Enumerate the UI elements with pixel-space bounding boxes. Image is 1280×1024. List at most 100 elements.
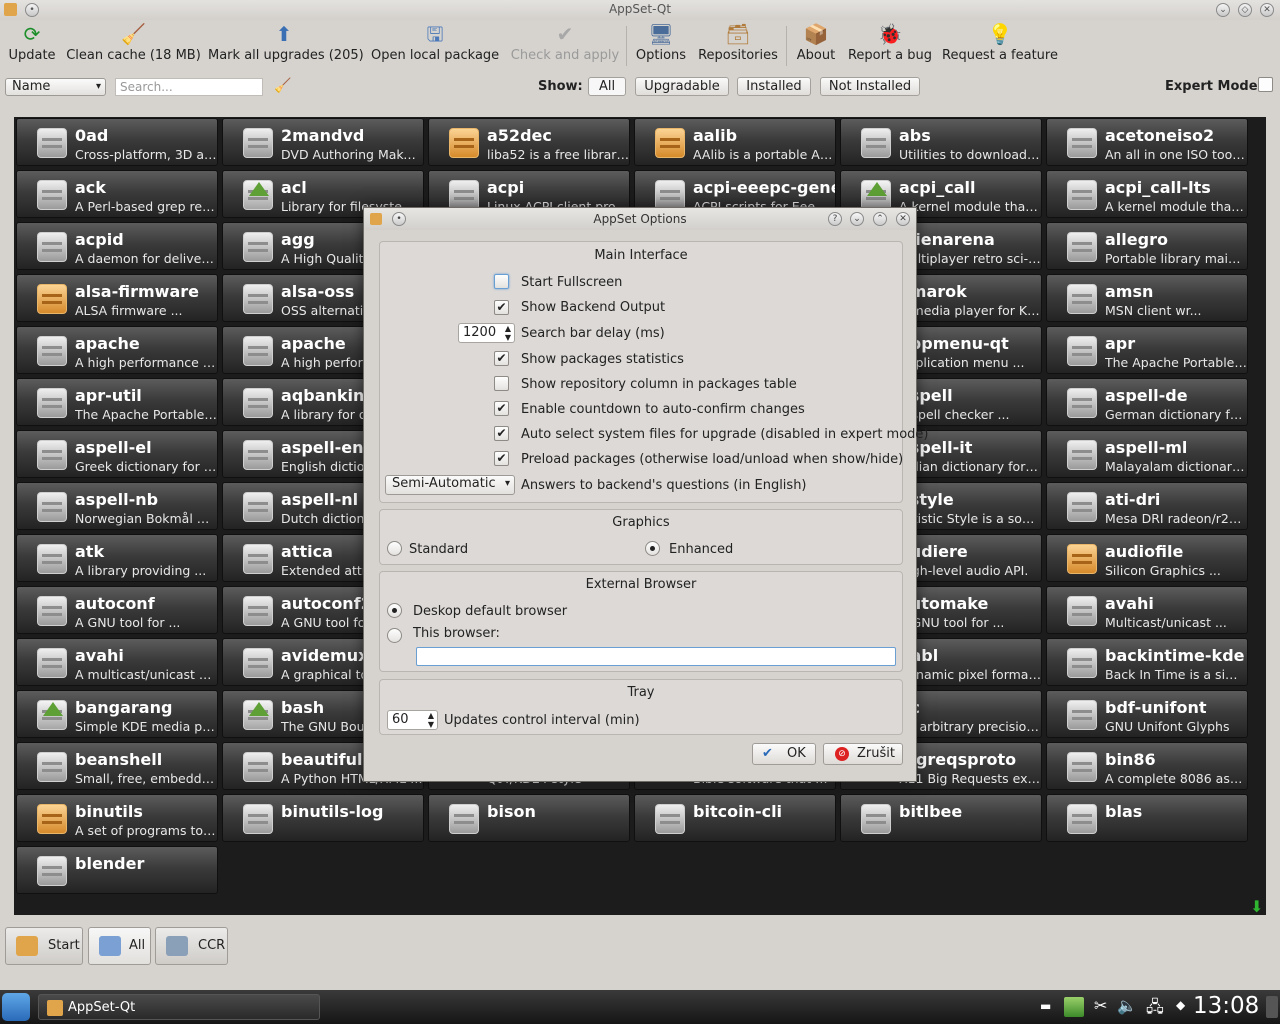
dialog-help-button[interactable]: ? bbox=[828, 212, 842, 226]
show-backend-output-checkbox[interactable]: ✔ bbox=[494, 300, 509, 315]
search-delay-spinbox[interactable]: 1200 ▲ ▼ bbox=[458, 323, 515, 343]
package-card[interactable]: ack A Perl-based grep repl... bbox=[16, 170, 218, 218]
custom-browser-input[interactable] bbox=[416, 647, 896, 666]
sort-field-select[interactable]: Name ▾ bbox=[5, 78, 106, 96]
package-icon bbox=[861, 128, 891, 158]
scroll-down-arrow-icon[interactable]: ⬇ bbox=[1250, 897, 1263, 916]
close-button[interactable]: ✕ bbox=[1260, 3, 1274, 17]
package-card[interactable]: bitcoin-cli bbox=[634, 794, 836, 842]
package-card[interactable]: blas bbox=[1046, 794, 1248, 842]
cancel-button[interactable]: ⊘ Zrušit bbox=[823, 743, 903, 765]
about-button[interactable]: 📦 About bbox=[793, 22, 839, 68]
package-card[interactable]: binutils A set of programs to a... bbox=[16, 794, 218, 842]
start-box-icon bbox=[16, 936, 38, 956]
tray-appset-icon[interactable] bbox=[1064, 997, 1084, 1017]
package-card[interactable]: 2mandvd DVD Authoring Maker ... bbox=[222, 118, 424, 166]
package-card[interactable]: apr-util The Apache Portable ... bbox=[16, 378, 218, 426]
tray-network-icon[interactable]: 🖧 bbox=[1146, 996, 1164, 1023]
clean-cache-18-mb-button[interactable]: 🧹 Clean cache (18 MB) bbox=[66, 22, 201, 68]
dialog-minimize-button[interactable]: ⌄ bbox=[850, 212, 864, 226]
package-card[interactable]: bangarang Simple KDE media pla... bbox=[16, 690, 218, 738]
package-card[interactable]: atk A library providing ... bbox=[16, 534, 218, 582]
tray-expand-icon[interactable]: ◆ bbox=[1176, 998, 1185, 1012]
options-dialog: • AppSet Options ? ⌄ ⌃ ✕ Main Interface … bbox=[363, 207, 928, 782]
auto-confirm-countdown-checkbox[interactable]: ✔ bbox=[494, 401, 509, 416]
package-card[interactable]: backintime-kde Back In Time is a sim... bbox=[1046, 638, 1248, 686]
show-repository-column-checkbox[interactable] bbox=[494, 376, 509, 391]
maximize-button[interactable]: ◇ bbox=[1238, 3, 1252, 17]
update-interval-spinbox[interactable]: 60 ▲ ▼ bbox=[387, 710, 438, 730]
minimize-button[interactable]: ⌄ bbox=[1216, 3, 1230, 17]
package-description: Multicast/unicast ... bbox=[1105, 615, 1227, 630]
package-card[interactable]: aspell-nb Norwegian Bokmål dic... bbox=[16, 482, 218, 530]
show-desktop-icon[interactable] bbox=[1266, 996, 1278, 1018]
show-packages-statistics-checkbox[interactable]: ✔ bbox=[494, 351, 509, 366]
package-card[interactable]: bin86 A complete 8086 asse... bbox=[1046, 742, 1248, 790]
show-installed-button[interactable]: Installed bbox=[737, 77, 811, 96]
open-local-package-button[interactable]: 🖫 Open local package bbox=[371, 22, 499, 68]
tray-volume-icon[interactable]: 🔈 bbox=[1117, 996, 1137, 1015]
package-card[interactable]: blender bbox=[16, 846, 218, 894]
package-card[interactable]: aspell-el Greek dictionary for a... bbox=[16, 430, 218, 478]
default-browser-radio[interactable] bbox=[387, 603, 402, 618]
tab-all[interactable]: All bbox=[88, 927, 151, 965]
package-card[interactable]: bison bbox=[428, 794, 630, 842]
package-card[interactable]: acpid A daemon for deliveri... bbox=[16, 222, 218, 270]
package-card[interactable]: avahi Multicast/unicast ... bbox=[1046, 586, 1248, 634]
dialog-menu-button[interactable]: • bbox=[392, 212, 406, 226]
package-card[interactable]: acpi_call-lts A kernel module that ... bbox=[1046, 170, 1248, 218]
package-card[interactable]: audiofile Silicon Graphics ... bbox=[1046, 534, 1248, 582]
report-a-bug-button[interactable]: 🐞 Report a bug bbox=[846, 22, 934, 68]
expert-mode-checkbox[interactable] bbox=[1258, 77, 1273, 92]
custom-browser-radio[interactable] bbox=[387, 628, 402, 643]
package-card[interactable]: autoconf A GNU tool for ... bbox=[16, 586, 218, 634]
clear-search-icon[interactable]: 🧹 bbox=[274, 78, 291, 94]
package-card[interactable]: aspell-ml Malayalam dictionary ... bbox=[1046, 430, 1248, 478]
package-card[interactable]: acetoneiso2 An all in one ISO tool (... bbox=[1046, 118, 1248, 166]
show-all-button[interactable]: All bbox=[588, 77, 626, 96]
package-card[interactable]: allegro Portable library mainl... bbox=[1046, 222, 1248, 270]
backend-answers-select[interactable]: Semi-Automatic ▾ bbox=[385, 475, 515, 495]
tab-ccr[interactable]: CCR bbox=[155, 927, 228, 965]
graphics-standard-radio[interactable] bbox=[387, 541, 402, 556]
package-card[interactable]: amsn MSN client wr... bbox=[1046, 274, 1248, 322]
package-card[interactable]: bdf-unifont GNU Unifont Glyphs bbox=[1046, 690, 1248, 738]
preload-packages-checkbox[interactable]: ✔ bbox=[494, 451, 509, 466]
show-not-installed-button[interactable]: Not Installed bbox=[820, 77, 920, 96]
graphics-enhanced-radio[interactable] bbox=[645, 541, 660, 556]
package-card[interactable]: 0ad Cross-platform, 3D an... bbox=[16, 118, 218, 166]
start-fullscreen-checkbox[interactable] bbox=[494, 274, 509, 289]
package-card[interactable]: beanshell Small, free, embedda... bbox=[16, 742, 218, 790]
dialog-title: AppSet Options bbox=[593, 212, 687, 226]
update-button[interactable]: ⟳ Update bbox=[4, 22, 60, 68]
package-card[interactable]: bitlbee bbox=[840, 794, 1042, 842]
package-card[interactable]: avahi A multicast/unicast D... bbox=[16, 638, 218, 686]
check-and-apply-button[interactable]: ✔ Check and apply bbox=[507, 22, 623, 68]
package-card[interactable]: alsa-firmware ALSA firmware ... bbox=[16, 274, 218, 322]
repositories-button[interactable]: 🗃 Repositories bbox=[696, 22, 780, 68]
options-button[interactable]: 🖥 Options bbox=[633, 22, 689, 68]
package-card[interactable]: apr The Apache Portable ... bbox=[1046, 326, 1248, 374]
tray-tools-icon[interactable]: ✂ bbox=[1094, 996, 1107, 1015]
package-card[interactable]: binutils-log bbox=[222, 794, 424, 842]
dialog-maximize-button[interactable]: ⌃ bbox=[873, 212, 887, 226]
package-card[interactable]: a52dec liba52 is a free library ... bbox=[428, 118, 630, 166]
mark-all-upgrades-205-button[interactable]: ⬆ Mark all upgrades (205) bbox=[208, 22, 364, 68]
tray-battery-icon[interactable]: ▬ bbox=[1040, 999, 1051, 1013]
package-name: aspell-ml bbox=[1105, 438, 1188, 457]
show-upgradable-button[interactable]: Upgradable bbox=[635, 77, 729, 96]
package-card[interactable]: aalib AAlib is a portable AS... bbox=[634, 118, 836, 166]
auto-select-system-files-checkbox[interactable]: ✔ bbox=[494, 426, 509, 441]
launcher-icon[interactable] bbox=[2, 993, 30, 1021]
package-card[interactable]: apache A high performance U... bbox=[16, 326, 218, 374]
dialog-close-button[interactable]: ✕ bbox=[896, 212, 910, 226]
tab-start[interactable]: Start bbox=[5, 927, 83, 965]
request-a-feature-button[interactable]: 💡 Request a feature bbox=[942, 22, 1058, 68]
taskbar-app-button[interactable]: AppSet-Qt bbox=[38, 994, 320, 1020]
package-card[interactable]: ati-dri Mesa DRI radeon/r200... bbox=[1046, 482, 1248, 530]
search-input[interactable]: Search... bbox=[115, 78, 263, 96]
package-card[interactable]: aspell-de German dictionary for... bbox=[1046, 378, 1248, 426]
clock[interactable]: 13:08 bbox=[1193, 993, 1259, 1019]
ok-button[interactable]: ✔ OK bbox=[752, 743, 816, 765]
package-card[interactable]: abs Utilities to download a... bbox=[840, 118, 1042, 166]
